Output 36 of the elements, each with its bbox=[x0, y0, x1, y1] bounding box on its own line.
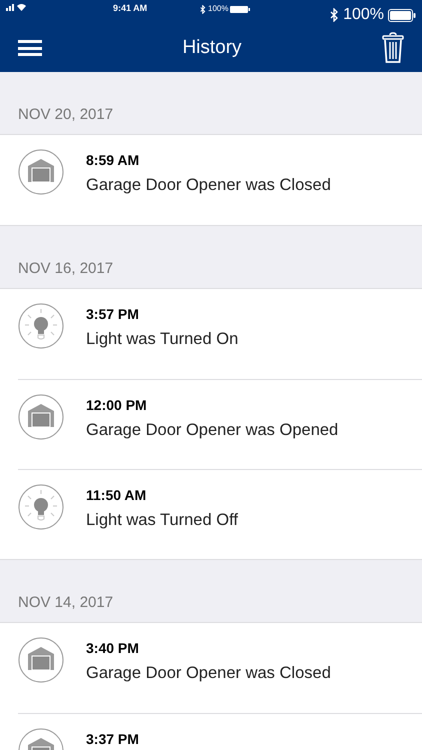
garage-icon bbox=[18, 394, 64, 440]
bluetooth-icon bbox=[200, 4, 206, 14]
history-row[interactable]: 11:50 AM Light was Turned Off bbox=[18, 469, 422, 559]
garage-icon bbox=[18, 149, 64, 195]
event-description: Garage Door Opener was Opened bbox=[86, 420, 338, 441]
battery-icon bbox=[230, 6, 250, 12]
bluetooth-icon bbox=[330, 8, 340, 22]
event-description: Light was Turned Off bbox=[86, 510, 238, 531]
signal-icon bbox=[6, 3, 26, 11]
event-description: Garage Door Opener was Closed bbox=[86, 663, 331, 684]
event-time: 12:00 PM bbox=[86, 396, 148, 415]
menu-button[interactable] bbox=[18, 39, 42, 57]
history-row[interactable]: 8:59 AM Garage Door Opener was Closed bbox=[0, 135, 422, 225]
event-time: 3:40 PM bbox=[86, 639, 140, 658]
event-time: 11:50 AM bbox=[86, 486, 148, 505]
battery-percent: 100% bbox=[343, 5, 384, 25]
history-row[interactable]: 3:40 PM Garage Door Opener was Closed bbox=[0, 623, 422, 713]
section-date: NOV 16, 2017 bbox=[18, 258, 114, 278]
light-bulb-icon bbox=[18, 484, 64, 530]
screen-title: History bbox=[182, 36, 242, 60]
battery-percent: 100% bbox=[208, 3, 228, 15]
section-date: NOV 20, 2017 bbox=[18, 104, 114, 124]
battery-icon bbox=[388, 8, 416, 22]
event-description: Garage Door Opener was Closed bbox=[86, 175, 331, 196]
status-time: 9:41 AM bbox=[113, 2, 148, 15]
event-time: 3:57 PM bbox=[86, 305, 140, 324]
garage-icon bbox=[18, 637, 64, 683]
trash-icon[interactable] bbox=[382, 32, 404, 64]
event-time: 8:59 AM bbox=[86, 151, 140, 170]
history-row[interactable]: 3:37 PM bbox=[18, 713, 422, 750]
history-row[interactable]: 3:57 PM Light was Turned On bbox=[0, 289, 422, 379]
event-description: Light was Turned On bbox=[86, 329, 238, 350]
event-time: 3:37 PM bbox=[86, 730, 139, 749]
history-row[interactable]: 12:00 PM Garage Door Opener was Opened bbox=[18, 379, 422, 469]
section-date: NOV 14, 2017 bbox=[18, 592, 114, 612]
light-bulb-icon bbox=[18, 303, 64, 349]
